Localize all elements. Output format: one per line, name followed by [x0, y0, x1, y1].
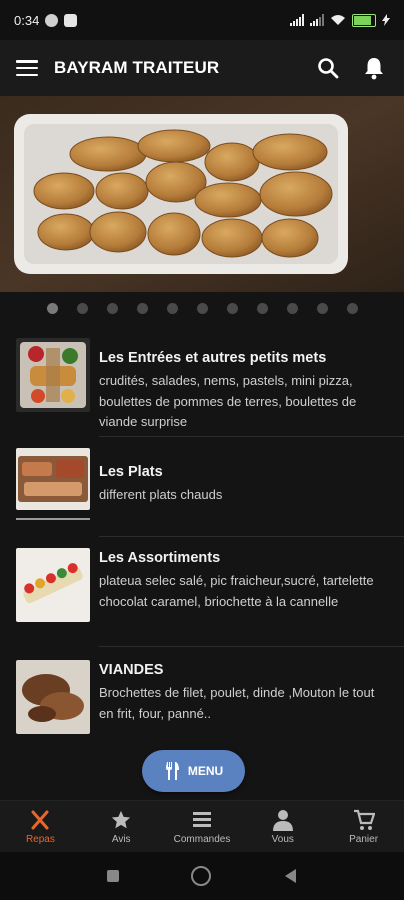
menu-button[interactable]: MENU [142, 750, 245, 792]
status-right [290, 13, 390, 27]
category-description: different plats chauds [99, 487, 223, 502]
carousel-dot[interactable] [106, 302, 118, 314]
nav-item-commandes[interactable]: Commandes [162, 801, 243, 853]
nav-label: Repas [25, 834, 55, 845]
cart-icon [353, 809, 375, 830]
app-bar: BAYRAM TRAITEUR [0, 40, 404, 96]
divider [99, 646, 404, 647]
category-title: Les Entrées et autres petits mets [99, 350, 327, 366]
nav-item-vous[interactable]: Vous [242, 801, 323, 853]
recents-button-icon[interactable] [107, 870, 119, 882]
system-navigation-bar [0, 852, 404, 900]
star-icon [112, 810, 131, 829]
category-thumbnail-assortiments [16, 548, 90, 622]
fork-knife-icon [165, 762, 179, 780]
carousel-dot[interactable] [46, 302, 58, 314]
battery-icon [352, 13, 376, 27]
menu-button-label: MENU [187, 764, 224, 778]
bell-icon[interactable] [360, 54, 388, 82]
nav-label: Avis [111, 834, 131, 845]
hero-banner-image[interactable] [0, 96, 404, 292]
category-title: Les Plats [99, 464, 163, 480]
search-icon[interactable] [314, 54, 342, 82]
carousel-dot[interactable] [136, 302, 148, 314]
fork-knife-icon [31, 810, 49, 830]
list-icon [192, 812, 211, 827]
category-title: Les Assortiments [99, 550, 221, 566]
carousel-dot[interactable] [226, 302, 238, 314]
signal-2-icon [310, 14, 324, 26]
carousel-indicator [0, 296, 404, 320]
nav-item-avis[interactable]: Avis [81, 801, 162, 853]
category-description: plateua selec salé, pic fraicheur,sucré,… [99, 573, 374, 609]
nav-label: Panier [349, 834, 379, 845]
notification-icon [45, 13, 59, 27]
nav-item-repas[interactable]: Repas [0, 801, 81, 853]
category-description: Brochettes de filet, poulet, dinde ,Mout… [99, 685, 375, 721]
wifi-icon [331, 15, 345, 25]
home-button-icon[interactable] [191, 866, 211, 886]
list-item[interactable]: VIANDES Brochettes de filet, poulet, din… [0, 658, 404, 748]
category-thumbnail-viandes [16, 660, 90, 734]
status-left: 0:34 [14, 12, 78, 28]
app-title: BAYRAM TRAITEUR [54, 58, 220, 77]
divider [99, 536, 404, 537]
back-button-icon[interactable] [283, 868, 297, 884]
person-icon [272, 810, 293, 831]
carousel-dot[interactable] [76, 302, 88, 314]
list-item[interactable]: Les Plats different plats chauds [0, 446, 404, 556]
signal-icon [290, 14, 304, 26]
nav-label: Vous [271, 834, 294, 845]
status-bar: 0:34 [0, 0, 404, 40]
carousel-dot[interactable] [166, 302, 178, 314]
bottom-navigation: Repas Avis Commandes Vous Panier [0, 800, 404, 853]
nav-label: Commandes [173, 834, 231, 845]
category-title: VIANDES [99, 662, 164, 678]
thumbnail-underline [16, 518, 90, 520]
category-thumbnail-plats [16, 448, 90, 510]
list-item[interactable]: Les Assortiments plateua selec salé, pic… [0, 546, 404, 656]
menu-hamburger-icon[interactable] [16, 60, 38, 76]
app-notification-icon [64, 13, 78, 27]
category-description: crudités, salades, nems, pastels, mini p… [99, 373, 357, 429]
nav-item-panier[interactable]: Panier [323, 801, 404, 853]
charging-icon [382, 14, 390, 26]
carousel-dot[interactable] [316, 302, 328, 314]
carousel-dot[interactable] [256, 302, 268, 314]
category-thumbnail-entrees [16, 338, 90, 412]
divider [99, 436, 404, 437]
carousel-dot[interactable] [346, 302, 358, 314]
carousel-dot[interactable] [286, 302, 298, 314]
status-time: 0:34 [14, 12, 40, 28]
carousel-dot[interactable] [196, 302, 208, 314]
list-item[interactable]: Les Entrées et autres petits mets crudit… [0, 336, 404, 446]
